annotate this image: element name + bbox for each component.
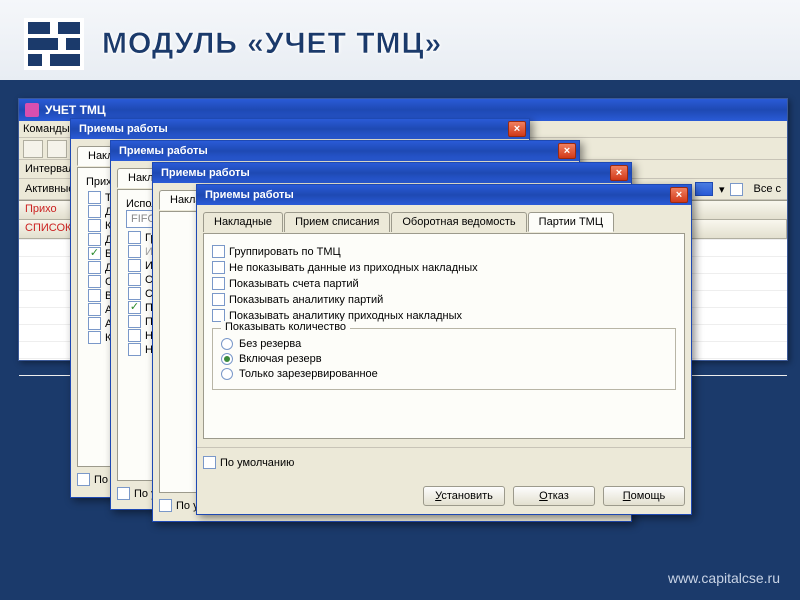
- help-button[interactable]: Помощь: [603, 486, 685, 506]
- checkbox-show-accounts[interactable]: [212, 277, 225, 290]
- label: Только зарезервированное: [239, 368, 378, 380]
- dialog-buttons: УУстановитьстановить Отказ Помощь: [197, 478, 691, 514]
- toolbar-button[interactable]: [23, 140, 43, 158]
- option-row: Включая резерв: [221, 353, 667, 365]
- dialog-title: Приемы работы: [161, 167, 250, 179]
- color-swatch[interactable]: [695, 182, 713, 196]
- label: По умолчанию: [220, 457, 294, 469]
- dialog-4: Приемы работы × Накладные Прием списания…: [196, 184, 692, 515]
- option-row: По умолчанию: [203, 456, 685, 469]
- close-icon[interactable]: ×: [610, 165, 628, 181]
- checkbox-default[interactable]: [203, 456, 216, 469]
- dialog-titlebar[interactable]: Приемы работы ×: [71, 119, 529, 139]
- label: Группировать по ТМЦ: [229, 246, 341, 258]
- tab-oborotnaya[interactable]: Оборотная ведомость: [391, 212, 526, 232]
- toolbar-button[interactable]: [47, 140, 67, 158]
- checkbox-default[interactable]: [117, 487, 130, 500]
- app-icon: [25, 103, 39, 117]
- logo-icon: [24, 18, 84, 70]
- option-row: Не показывать данные из приходных наклад…: [212, 261, 676, 274]
- checkbox-default[interactable]: [77, 473, 90, 486]
- close-icon[interactable]: ×: [508, 121, 526, 137]
- checkbox-show-analytics-parties[interactable]: [212, 293, 225, 306]
- checkbox-group-by-tmc[interactable]: [212, 245, 225, 258]
- label: Показывать аналитику партий: [229, 294, 383, 306]
- tab-nakladnye[interactable]: Накладные: [203, 212, 283, 232]
- dialog-title: Приемы работы: [79, 123, 168, 135]
- checkbox-all[interactable]: [730, 183, 743, 196]
- label: Не показывать данные из приходных наклад…: [229, 262, 478, 274]
- option-row: Без резерва: [221, 338, 667, 350]
- radio-no-reserve[interactable]: [221, 338, 233, 350]
- dialog-titlebar[interactable]: Приемы работы ×: [111, 141, 579, 161]
- tab-partii-tmc[interactable]: Партии ТМЦ: [528, 212, 614, 232]
- dialog-titlebar[interactable]: Приемы работы ×: [153, 163, 631, 183]
- dialog-title: Приемы работы: [205, 189, 294, 201]
- footer-url: www.capitalcse.ru: [668, 570, 780, 586]
- checkbox-default[interactable]: [159, 499, 172, 512]
- option-row: Показывать счета партий: [212, 277, 676, 290]
- option-row: Показывать аналитику партий: [212, 293, 676, 306]
- slide-title: МОДУЛЬ «УЧЕТ ТМЦ»: [102, 27, 442, 61]
- fieldset-legend: Показывать количество: [221, 321, 350, 333]
- label: Без резерва: [239, 338, 301, 350]
- radio-with-reserve[interactable]: [221, 353, 233, 365]
- dialog-title: Приемы работы: [119, 145, 208, 157]
- fieldset-quantity: Показывать количество Без резерва Включа…: [212, 328, 676, 390]
- checkbox-hide-incoming[interactable]: [212, 261, 225, 274]
- ok-button[interactable]: УУстановитьстановить: [423, 486, 505, 506]
- option-row: Только зарезервированное: [221, 368, 667, 380]
- tab-priem-spisaniya[interactable]: Прием списания: [284, 212, 390, 232]
- label: Показывать счета партий: [229, 278, 359, 290]
- cancel-button[interactable]: Отказ: [513, 486, 595, 506]
- dialog-titlebar[interactable]: Приемы работы ×: [197, 185, 691, 205]
- tab-panel: Группировать по ТМЦ Не показывать данные…: [203, 233, 685, 439]
- label: Включая резерв: [239, 353, 322, 365]
- slide-header: МОДУЛЬ «УЧЕТ ТМЦ»: [0, 0, 800, 70]
- tab-bar: Накладные Прием списания Оборотная ведом…: [203, 211, 685, 231]
- app-title: УЧЕТ ТМЦ: [45, 103, 106, 117]
- close-icon[interactable]: ×: [670, 187, 688, 203]
- option-row: Группировать по ТМЦ: [212, 245, 676, 258]
- radio-only-reserved[interactable]: [221, 368, 233, 380]
- close-icon[interactable]: ×: [558, 143, 576, 159]
- label: Показывать аналитику приходных накладных: [229, 310, 462, 322]
